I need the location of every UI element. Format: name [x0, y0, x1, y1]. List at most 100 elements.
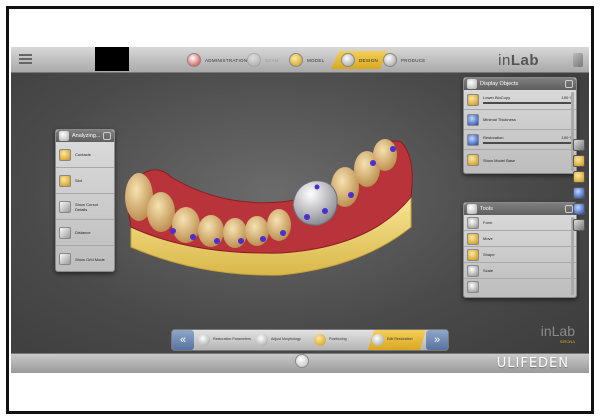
tool-more[interactable]	[464, 279, 576, 295]
workflow-step-active[interactable]: Edit Restoration	[368, 330, 426, 350]
slot-icon	[59, 174, 71, 187]
tools-icon	[467, 204, 477, 214]
panel-title: Tools	[480, 206, 493, 212]
item-label: Show Cursor Details	[75, 201, 99, 212]
opacity-slider[interactable]: Lower BioCopy 100 %	[483, 95, 573, 104]
tool-icon	[467, 281, 479, 293]
step-icon	[198, 334, 210, 346]
trash-icon[interactable]	[573, 139, 585, 151]
item-label: Distance	[75, 230, 91, 235]
analyzing-item-cursor-details[interactable]: Show Cursor Details	[56, 194, 114, 220]
item-label: Contacts	[75, 152, 91, 157]
slider-track[interactable]	[483, 142, 573, 144]
phase-label: DESIGN	[359, 57, 379, 63]
item-label: Show Grid Mode	[75, 256, 105, 262]
phase-label: ADMINISTRATION	[205, 57, 248, 63]
phase-administration[interactable]: ADMINISTRATION	[187, 51, 247, 69]
menu-icon[interactable]	[19, 54, 32, 65]
pin-icon[interactable]	[565, 80, 573, 88]
tool-icon[interactable]	[573, 53, 583, 67]
tool-scale[interactable]: Scale	[464, 263, 576, 279]
distance-icon	[59, 226, 71, 239]
brand-lab: Lab	[510, 52, 539, 69]
display-objects-panel: Display Objects Lower BioCopy 100 % Minim…	[463, 77, 577, 174]
shape-icon	[467, 248, 479, 261]
analyze-icon	[59, 131, 69, 141]
brand-logo: inLab	[498, 52, 539, 69]
brand-in: in	[498, 52, 511, 69]
step-label: Restoration Parameters	[213, 337, 251, 342]
crown-icon[interactable]	[295, 354, 309, 368]
opacity-slider[interactable]: Restoration 100 %	[483, 135, 573, 144]
panel-title: Display Objects	[480, 81, 519, 87]
phase-label: MODEL	[307, 57, 325, 63]
previous-step-button[interactable]: «	[172, 330, 194, 350]
pin-icon[interactable]	[565, 205, 573, 213]
view-icon[interactable]	[573, 187, 585, 199]
phase-scan[interactable]: SCAN	[247, 51, 279, 69]
pin-icon[interactable]	[103, 132, 111, 140]
analyzing-item-grid-mode[interactable]: Show Grid Mode	[56, 246, 114, 272]
step-label: Positioning	[329, 337, 347, 342]
right-icon-strip	[573, 139, 587, 231]
display-item-model-base[interactable]: Show Model Base	[464, 150, 576, 170]
move-icon	[467, 232, 479, 245]
dental-model-viewport[interactable]	[111, 97, 441, 307]
display-panel-header[interactable]: Display Objects	[464, 78, 576, 90]
analyzing-panel-header[interactable]: Analyzing...	[56, 130, 114, 142]
workflow-step[interactable]: Positioning	[310, 330, 368, 350]
slider-track[interactable]	[483, 102, 573, 104]
admin-icon	[187, 53, 201, 67]
biocopy-icon	[467, 93, 479, 106]
analyzing-item-slot[interactable]: Slot	[56, 168, 114, 194]
view-icon[interactable]	[573, 203, 585, 215]
tool-shape[interactable]: Shape	[464, 247, 576, 263]
display-item-minimal-thickness[interactable]: Minimal Thickness	[464, 110, 576, 130]
analyzing-panel: Analyzing... Contacts Slot Show Cursor D…	[55, 129, 115, 272]
phase-model[interactable]: MODEL	[289, 51, 325, 69]
produce-icon	[383, 53, 397, 67]
workflow-bar: « Restoration Parameters Adjust Morpholo…	[171, 329, 449, 351]
item-label: Form	[483, 220, 493, 225]
tools-panel-header[interactable]: Tools	[464, 203, 576, 215]
tool-move[interactable]: Move	[464, 231, 576, 247]
contacts-icon	[59, 148, 71, 161]
slider-fill	[483, 142, 573, 144]
bottom-bar: ULIFEDEN	[11, 353, 589, 373]
cursor-details-icon	[59, 200, 71, 213]
bottom-brand: inLab	[540, 323, 575, 339]
view-icon[interactable]	[573, 155, 585, 167]
item-label: Slot	[75, 178, 82, 183]
display-icon	[467, 79, 477, 89]
model-icon	[289, 53, 303, 67]
phase-produce[interactable]: PRODUCE	[383, 51, 426, 69]
screenshot-frame: ADMINISTRATION SCAN MODEL DESIGN PRODUCE…	[6, 6, 594, 414]
top-toolbar: ADMINISTRATION SCAN MODEL DESIGN PRODUCE…	[11, 47, 589, 73]
tooth-icon[interactable]	[573, 219, 585, 231]
item-label: Scale	[483, 268, 494, 273]
phase-label: PRODUCE	[401, 57, 426, 63]
sirona-brand: SIRONA	[559, 339, 575, 344]
panel-title: Analyzing...	[72, 133, 101, 139]
item-label: Shape	[483, 252, 495, 257]
next-step-button[interactable]: »	[426, 330, 448, 350]
tool-form[interactable]: Form	[464, 215, 576, 231]
slider-fill	[483, 102, 573, 104]
design-icon	[341, 53, 355, 67]
analyzing-item-contacts[interactable]: Contacts	[56, 142, 114, 168]
display-item-restoration[interactable]: Restoration 100 %	[464, 130, 576, 150]
phase-design[interactable]: DESIGN	[331, 51, 388, 69]
workflow-step[interactable]: Adjust Morphology	[252, 330, 310, 350]
step-label: Adjust Morphology	[271, 337, 301, 342]
item-label: Minimal Thickness	[483, 117, 516, 122]
scan-icon	[247, 53, 261, 67]
phase-label: SCAN	[265, 57, 279, 63]
scale-icon	[467, 264, 479, 277]
step-icon	[314, 334, 326, 346]
item-label: Show Model Base	[483, 157, 516, 163]
analyzing-item-distance[interactable]: Distance	[56, 220, 114, 246]
step-icon	[372, 334, 384, 346]
display-item-lower-biocopy[interactable]: Lower BioCopy 100 %	[464, 90, 576, 110]
view-icon[interactable]	[573, 171, 585, 183]
workflow-step[interactable]: Restoration Parameters	[194, 330, 252, 350]
